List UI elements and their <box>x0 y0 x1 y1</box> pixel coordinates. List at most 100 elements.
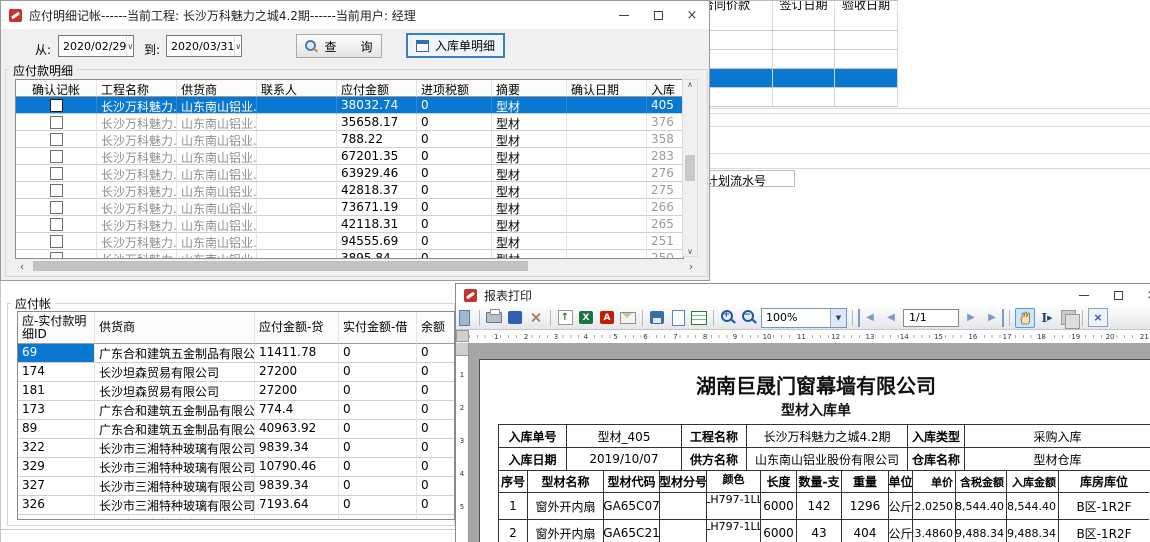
scroll-right-icon[interactable]: › <box>684 260 698 273</box>
open-button[interactable] <box>669 309 687 327</box>
confirm-checkbox[interactable] <box>16 216 97 233</box>
confirm-checkbox[interactable] <box>16 233 97 250</box>
confirm-checkbox[interactable] <box>16 250 97 259</box>
table-row[interactable]: 327长沙市三湘特种玻璃有限公司9839.3400 <box>18 477 454 496</box>
table-row[interactable] <box>680 12 898 31</box>
table-row[interactable]: 长沙万科魅力...山东南山铝业...63929.460型材276 <box>16 165 683 182</box>
maximize-button[interactable] <box>641 1 675 29</box>
from-date-combo[interactable]: 2020/02/29 ∨ <box>58 35 134 57</box>
export-pdf-button[interactable]: A <box>598 309 616 327</box>
table-row[interactable]: 长沙万科魅力...山东南山铝业...38032.740型材405 <box>16 97 683 114</box>
column-header[interactable]: 进项税额 <box>417 80 492 97</box>
save-button[interactable] <box>648 309 666 327</box>
options-button[interactable] <box>527 309 545 327</box>
chevron-down-icon[interactable]: ▼ <box>830 309 846 327</box>
column-header[interactable]: 入库 <box>647 80 683 97</box>
column-header[interactable]: 序号 <box>499 471 528 493</box>
print-button[interactable] <box>485 309 503 327</box>
chevron-down-icon[interactable]: ∨ <box>126 36 133 56</box>
column-header[interactable]: 单位 <box>889 471 913 493</box>
zoom-in-button[interactable]: + <box>719 309 737 327</box>
print-preview-area[interactable]: 湖南巨晟门窗幕墙有限公司 型材入库单 入库单号 型材_405 工程名称 长沙万科… <box>456 343 1150 542</box>
table-row[interactable] <box>680 88 898 107</box>
confirm-checkbox[interactable] <box>16 114 97 131</box>
column-header[interactable]: 型材分号 <box>660 471 707 493</box>
confirm-checkbox[interactable] <box>16 199 97 216</box>
table-row[interactable]: 长沙万科魅力...山东南山铝业...42118.310型材265 <box>16 216 683 233</box>
column-header[interactable]: 重量 <box>842 471 889 493</box>
column-header[interactable]: 入库金额 <box>1007 471 1059 493</box>
column-header[interactable]: 数量-支 <box>797 471 842 493</box>
zoom-out-button[interactable]: − <box>740 309 758 327</box>
page-number-input[interactable]: 1/1 <box>903 309 959 327</box>
table-row[interactable]: 长沙万科魅力...山东南山铝业...94555.690型材251 <box>16 233 683 250</box>
column-header[interactable]: 验收日期 <box>835 1 898 12</box>
confirm-checkbox[interactable] <box>16 165 97 182</box>
column-header[interactable]: 工程名称 <box>97 80 177 97</box>
column-header[interactable]: 供货商 <box>95 312 255 344</box>
table-row[interactable]: 322长沙市三湘特种玻璃有限公司9839.3400 <box>18 439 454 458</box>
table-row[interactable]: 173广东合和建筑五金制品有限公司774.400 <box>18 401 454 420</box>
last-page-button[interactable]: ▶ <box>983 309 1004 327</box>
column-header[interactable]: 联系人 <box>257 80 337 97</box>
table-row[interactable]: 长沙万科魅力...山东南山铝业...788.220型材358 <box>16 131 683 148</box>
column-header[interactable]: 颜色 <box>707 471 761 493</box>
scroll-left-icon[interactable]: ‹ <box>15 260 29 273</box>
column-header[interactable]: 型材代码 <box>604 471 660 493</box>
confirm-checkbox[interactable] <box>16 148 97 165</box>
vertical-scrollbar[interactable]: ∧ ∨ <box>682 79 698 257</box>
table-row[interactable]: 89广东合和建筑五金制品有限公司40963.9200 <box>18 420 454 439</box>
close-preview-button[interactable]: × <box>1088 308 1108 327</box>
column-header[interactable]: 型材名称 <box>528 471 604 493</box>
to-date-combo[interactable]: 2020/03/31 ∨ <box>166 35 242 57</box>
minimize-button[interactable] <box>607 1 641 29</box>
scrollbar-thumb[interactable] <box>33 261 528 271</box>
column-header[interactable]: 应-实付款明细ID <box>18 312 95 344</box>
table-row[interactable]: 174长沙坦森贸易有限公司2720000 <box>18 363 454 382</box>
column-header[interactable]: 实付金额-借 <box>339 312 417 344</box>
table-row[interactable]: 长沙万科魅力...山东南山铝业...73671.190型材266 <box>16 199 683 216</box>
next-page-button[interactable]: ▶ <box>962 309 980 327</box>
close-button[interactable]: × <box>675 1 709 29</box>
table-row[interactable] <box>680 31 898 50</box>
scroll-up-icon[interactable]: ∧ <box>687 80 693 89</box>
export-excel-button[interactable]: X <box>577 309 595 327</box>
scroll-down-icon[interactable]: ∨ <box>687 247 693 256</box>
table-row[interactable]: 长沙万科魅力...山东南山铝业...42818.370型材275 <box>16 182 683 199</box>
table-row[interactable]: 2窗外开内扇GA65C21LH797-1LL600043404公斤23.4860… <box>499 520 1149 542</box>
column-header[interactable]: 单价 <box>913 471 956 493</box>
page-setup-button[interactable] <box>506 309 524 327</box>
text-select-tool-button[interactable]: I▶ <box>1038 309 1056 327</box>
horizontal-scrollbar[interactable]: ‹ › <box>15 259 698 273</box>
docked-icon[interactable] <box>456 309 474 327</box>
selected-table-row[interactable] <box>680 69 898 88</box>
send-mail-button[interactable] <box>619 309 637 327</box>
export-table-button[interactable] <box>690 309 708 327</box>
table-row[interactable]: 长沙万科魅力...山东南山铝业...35658.170型材376 <box>16 114 683 131</box>
minimize-button[interactable] <box>1067 284 1101 306</box>
column-header[interactable]: 确认记帐 <box>16 80 97 97</box>
title-bar[interactable]: 报表打印 × <box>456 284 1150 306</box>
scrollbar-thumb[interactable] <box>685 155 695 181</box>
table-row[interactable]: 1窗外开内扇GA65C07LH797-1LL60001421296公斤22.02… <box>499 493 1149 520</box>
first-page-button[interactable]: ◀ <box>858 309 879 327</box>
table-row[interactable] <box>680 50 898 69</box>
title-bar[interactable]: 应付明细记帐------当前工程: 长沙万科魅力之城4.2期------当前用户… <box>1 1 709 29</box>
column-header[interactable]: 余额 <box>417 312 454 344</box>
confirm-checkbox[interactable] <box>16 131 97 148</box>
close-button[interactable]: × <box>1135 284 1150 306</box>
column-header[interactable]: 含税金额 <box>956 471 1007 493</box>
table-row[interactable]: 181长沙坦森贸易有限公司2720000 <box>18 382 454 401</box>
inbound-detail-button[interactable]: 入库单明细 <box>406 33 505 58</box>
table-row[interactable]: 长沙市三湘特种玻璃有限公司 <box>18 515 454 520</box>
hand-tool-button[interactable] <box>1015 308 1035 328</box>
confirm-checkbox[interactable] <box>16 97 97 114</box>
previous-page-button[interactable]: ◀ <box>882 309 900 327</box>
table-row[interactable]: 长沙万科魅力...山东南山铝业...67201.350型材283 <box>16 148 683 165</box>
column-header[interactable]: 长度 <box>761 471 797 493</box>
export-button[interactable]: ↑ <box>556 309 574 327</box>
maximize-button[interactable] <box>1101 284 1135 306</box>
column-header[interactable]: 应付金额 <box>337 80 417 97</box>
chevron-down-icon[interactable]: ∨ <box>234 36 241 56</box>
table-row[interactable]: 329长沙市三湘特种玻璃有限公司10790.4600 <box>18 458 454 477</box>
